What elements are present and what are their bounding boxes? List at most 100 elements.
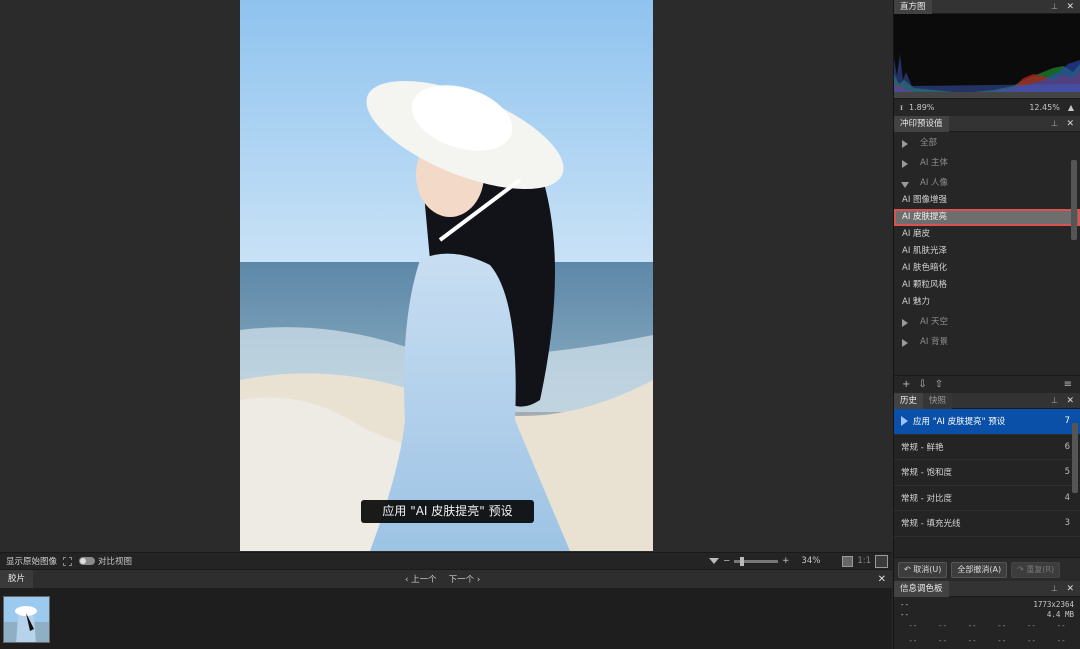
pin-icon[interactable]: ⊥ [1051,119,1058,128]
history-list: 应用 "AI 皮肤提亮" 预设 7 常规 - 鲜艳 6 常规 - 饱和度 5 常… [894,409,1080,557]
list-menu-icon[interactable]: ≡ [1064,379,1072,390]
presets-scrollbar[interactable] [1071,160,1077,240]
pixel-info-grid: -- -- -- -- -- -- -- -- -- -- -- -- [898,621,1076,645]
histogram-stats: ᵻ 1.89% 12.45% ▲ [894,98,1080,116]
info-cell: -- [937,636,947,645]
collapse-arrow-icon[interactable] [901,182,909,188]
preset-group-label: AI 主体 [920,158,949,168]
expand-arrow-icon[interactable] [902,140,908,148]
info-value: -- [900,610,910,619]
histogram-left-value: 1.89% [908,103,935,112]
preset-group[interactable]: 全部 [894,135,1080,152]
expand-arrow-icon[interactable] [902,339,908,347]
image-viewer[interactable]: 应用 "AI 皮肤提亮" 预设 [0,0,892,552]
zoom-slider[interactable] [734,556,779,566]
close-icon[interactable]: ✕ [1066,584,1074,594]
preset-group[interactable]: AI 天空 [894,314,1080,331]
presets-header: 冲印预设值 ⊥ ✕ [894,115,1080,132]
tab-histogram[interactable]: 直方图 [894,0,932,14]
info-cell: -- [908,636,918,645]
history-step-number: 7 [1064,416,1070,427]
tab-presets[interactable]: 冲印预设值 [894,115,949,132]
redo-button[interactable]: ↷ 重复(R) [1011,561,1061,578]
filmstrip-close-icon[interactable]: ✕ [878,574,886,585]
prev-label: 上一个 [411,575,437,585]
undo-label: 取消(U) [913,564,942,574]
zoom-preset-button[interactable] [842,555,854,567]
preset-item[interactable]: AI 肤色暗化 [894,260,1080,277]
history-row[interactable]: 常规 - 对比度 4 [894,486,1080,511]
zoom-out-icon[interactable]: − [723,556,730,566]
tab-info-palette[interactable]: 信息调色板 [894,580,949,597]
preset-item[interactable]: AI 图像增强 [894,192,1080,209]
filmstrip-thumbnail[interactable] [3,596,50,643]
fit-to-window-icon[interactable] [875,554,888,568]
zoom-value: 34% [801,556,821,566]
add-preset-icon[interactable]: + [902,379,910,390]
export-icon[interactable]: ⇧ [935,379,943,390]
next-image-button[interactable]: 下一个 › [449,573,481,585]
shadow-clip-icon[interactable]: ᵻ [900,103,903,112]
highlight-warning-icon[interactable]: ▲ [1068,103,1074,112]
viewer-status-bar: 显示原始图像 对比视图 − + 34% 1:1 [0,552,892,569]
history-row[interactable]: 常规 - 填充光线 3 [894,511,1080,537]
image-dimensions: 1773x2364 [1033,600,1074,609]
fullscreen-icon[interactable] [63,556,73,566]
history-step-number: 3 [1064,518,1070,529]
one-to-one-button[interactable]: 1:1 [857,556,871,566]
tab-snapshots[interactable]: 快照 [923,392,953,409]
pin-icon[interactable]: ⊥ [1051,2,1058,11]
history-actions: ↶ 取消(U) 全部撤消(A) ↷ 重复(R) [894,557,1080,581]
undo-all-button[interactable]: 全部撤消(A) [951,561,1008,578]
next-label: 下一个 [448,575,475,585]
info-cell: -- [908,621,918,630]
file-size: 4.4 MB [1046,610,1074,619]
import-icon[interactable]: ⇩ [918,379,926,390]
show-original-button[interactable]: 显示原始图像 [0,555,57,567]
photo-preview[interactable] [240,0,653,551]
info-palette: -- 1773x2364 -- 4.4 MB -- -- -- -- -- --… [894,597,1080,649]
preset-group[interactable]: AI 人像 [894,175,1080,192]
info-header: 信息调色板 ⊥ ✕ [894,580,1080,597]
tab-history[interactable]: 历史 [894,392,924,409]
expand-arrow-icon[interactable] [902,319,908,327]
info-cell: -- [967,636,977,645]
prev-image-button[interactable]: ‹ 上一个 [405,573,437,585]
history-row[interactable]: 常规 - 鲜艳 6 [894,435,1080,460]
compare-view-toggle[interactable] [79,557,96,565]
pin-icon[interactable]: ⊥ [1051,584,1058,593]
tab-filmstrip[interactable]: 胶片 [0,569,34,589]
history-row[interactable]: 常规 - 饱和度 5 [894,460,1080,486]
histogram-graph [894,14,1080,98]
preset-group-label: AI 天空 [920,317,949,327]
close-icon[interactable]: ✕ [1066,119,1074,129]
histogram-right-value: 12.45% [1029,103,1060,112]
zoom-in-icon[interactable]: + [782,556,789,566]
info-cell: -- [1056,636,1066,645]
preset-group[interactable]: AI 背景 [894,334,1080,351]
pin-icon[interactable]: ⊥ [1051,396,1058,405]
undo-button[interactable]: ↶ 取消(U) [898,561,948,578]
preset-item[interactable]: AI 魅力 [894,294,1080,311]
preset-item-selected[interactable]: AI 皮肤提亮 [894,209,1080,226]
preset-group-label: AI 背景 [920,337,949,347]
close-icon[interactable]: ✕ [1066,2,1074,12]
zoom-dropdown-icon[interactable] [709,558,720,564]
info-cell: -- [967,621,977,630]
redo-label: 重复(R) [1026,564,1055,574]
current-step-icon [901,416,908,427]
close-icon[interactable]: ✕ [1066,396,1074,406]
history-scrollbar[interactable] [1072,423,1078,493]
history-row-active[interactable]: 应用 "AI 皮肤提亮" 预设 7 [894,409,1080,435]
preset-item[interactable]: AI 磨皮 [894,226,1080,243]
preset-group[interactable]: AI 主体 [894,155,1080,172]
preset-applied-toast: 应用 "AI 皮肤提亮" 预设 [361,500,534,523]
history-label: 常规 - 饱和度 [901,468,952,479]
preset-group-label: AI 人像 [920,178,949,188]
preset-item[interactable]: AI 颗粒风格 [894,277,1080,294]
history-label: 常规 - 填充光线 [901,519,961,530]
expand-arrow-icon[interactable] [902,160,908,168]
history-step-number: 6 [1064,441,1070,452]
thumbnail-image [4,597,49,642]
preset-item[interactable]: AI 肌肤光泽 [894,243,1080,260]
